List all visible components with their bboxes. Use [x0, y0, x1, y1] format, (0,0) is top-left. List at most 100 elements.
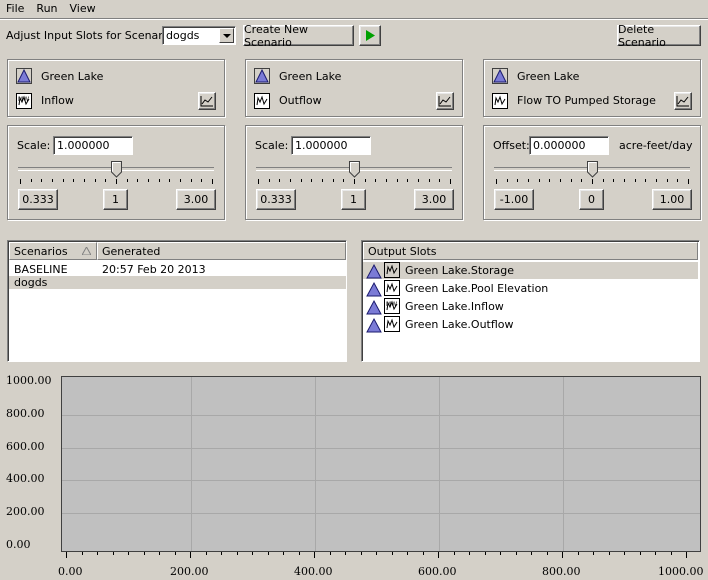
- slider-min-button[interactable]: 0.333: [256, 189, 296, 210]
- play-icon: [366, 30, 375, 41]
- slider-max-button[interactable]: 3.00: [414, 189, 454, 210]
- slot-series-icon: [384, 262, 400, 278]
- slider-thumb[interactable]: [587, 161, 598, 178]
- x-axis-tick: [128, 552, 129, 555]
- adjust-value-input[interactable]: 1.000000: [291, 136, 371, 155]
- reservoir-icon: [366, 317, 382, 333]
- generated-column-header[interactable]: Generated: [97, 242, 346, 260]
- x-axis-tick: [345, 552, 346, 555]
- plot-slot-button[interactable]: [198, 92, 216, 110]
- slider-tick: [212, 179, 213, 184]
- create-scenario-button[interactable]: Create New Scenario: [243, 23, 354, 49]
- adjust-value-input[interactable]: 1.000000: [53, 136, 133, 155]
- slider-tick: [407, 179, 409, 182]
- y-tick-label: 600.00: [6, 439, 45, 453]
- grid-line-horizontal: [62, 415, 700, 416]
- slider-tick: [158, 179, 160, 182]
- slot-series-icon: MW: [16, 93, 32, 109]
- output-slot-name: Green Lake.Outflow: [405, 318, 514, 331]
- list-item[interactable]: Green Lake.Storage: [363, 262, 698, 279]
- slot-series-icon: MW: [384, 298, 400, 314]
- slider-tick: [332, 179, 334, 182]
- slider-tick: [354, 179, 355, 184]
- scenario-label: Adjust Input Slots for Scenario:: [6, 29, 177, 42]
- scenario-name: BASELINE: [14, 263, 68, 276]
- slider-thumb[interactable]: [111, 161, 122, 178]
- plot-icon: [200, 96, 213, 107]
- grid-line-horizontal: [62, 513, 700, 514]
- slider-reset-button[interactable]: 0: [579, 189, 604, 210]
- adjuster-panel: Scale: 1.000000 0.333 1 3.00: [245, 125, 463, 220]
- x-axis-tick: [329, 552, 331, 555]
- list-item[interactable]: MW Green Lake.Inflow: [363, 298, 698, 315]
- slider-tick: [73, 179, 75, 182]
- scenarios-column-header[interactable]: Scenarios: [9, 242, 97, 260]
- slider-tick: [84, 179, 85, 182]
- run-button[interactable]: [359, 25, 381, 46]
- input-slot-panel: Green Lake Flow TO Pumped Storage: [483, 59, 701, 117]
- list-item[interactable]: Green Lake.Outflow: [363, 316, 698, 333]
- table-row[interactable]: dogds: [9, 276, 346, 289]
- list-item[interactable]: Green Lake.Pool Elevation: [363, 280, 698, 297]
- x-axis-tick: [376, 552, 377, 555]
- scenarios-list[interactable]: Scenarios Generated BASELINE 20:57 Feb 2…: [7, 240, 347, 362]
- input-slot-panel: Green Lake Outflow: [245, 59, 463, 117]
- slider-tick: [602, 179, 604, 182]
- plot-icon: [438, 96, 451, 107]
- x-axis-tick: [469, 552, 470, 555]
- slider-tick: [105, 179, 107, 182]
- menu-view[interactable]: View: [64, 0, 102, 15]
- x-axis-tick: [593, 552, 594, 555]
- slider-thumb[interactable]: [349, 161, 360, 178]
- generated-column-label: Generated: [102, 245, 161, 258]
- reservoir-icon: [366, 263, 382, 279]
- x-axis-tick: [608, 552, 610, 555]
- y-tick-label: 400.00: [6, 472, 45, 486]
- chevron-down-icon[interactable]: [219, 28, 234, 43]
- slider-tick: [592, 179, 593, 184]
- plot-area[interactable]: [61, 376, 701, 552]
- slider-tick: [645, 179, 647, 182]
- x-axis-tick: [174, 552, 176, 555]
- x-axis-tick: [639, 552, 641, 555]
- slider-tick: [41, 179, 43, 182]
- x-axis-tick: [143, 552, 145, 555]
- y-tick-label: 800.00: [6, 406, 45, 420]
- menu-file[interactable]: File: [0, 0, 30, 15]
- x-tick-label: 800.00: [542, 565, 581, 578]
- adjust-mode-label: Scale:: [17, 139, 51, 152]
- table-row[interactable]: BASELINE 20:57 Feb 20 2013: [9, 263, 346, 276]
- x-axis-tick: [205, 552, 207, 555]
- adjust-value-input[interactable]: 0.000000: [529, 136, 609, 155]
- slider-max-button[interactable]: 3.00: [176, 189, 216, 210]
- plot-slot-button[interactable]: [674, 92, 692, 110]
- slider-tick: [624, 179, 625, 182]
- menu-run[interactable]: Run: [30, 0, 63, 15]
- slider-min-button[interactable]: -1.00: [494, 189, 534, 210]
- adjust-unit-label: acre-feet/day: [619, 139, 693, 152]
- output-slot-name: Green Lake.Storage: [405, 264, 514, 277]
- slider-reset-button[interactable]: 1: [103, 189, 128, 210]
- x-axis-tick: [97, 552, 98, 555]
- x-axis-tick: [221, 552, 222, 555]
- slider-reset-button[interactable]: 1: [341, 189, 366, 210]
- slider-tick: [258, 179, 259, 184]
- scenario-select[interactable]: dogds: [162, 26, 236, 45]
- slider-tick: [375, 179, 377, 182]
- x-axis-tick: [546, 552, 548, 555]
- x-axis-tick: [112, 552, 114, 555]
- output-slots-list[interactable]: Output Slots Green Lake.Storage Green Lak…: [361, 240, 700, 362]
- x-axis-tick: [531, 552, 532, 555]
- slider-min-button[interactable]: 0.333: [18, 189, 58, 210]
- slot-series-icon: [384, 316, 400, 332]
- plot-slot-button[interactable]: [436, 92, 454, 110]
- x-axis-tick: [314, 552, 315, 558]
- slot-object-name: Green Lake: [517, 70, 580, 83]
- slider-tick: [613, 179, 615, 182]
- slider-max-button[interactable]: 1.00: [652, 189, 692, 210]
- x-axis-tick: [298, 552, 300, 555]
- slider-tick: [169, 179, 171, 182]
- x-tick-label: 200.00: [170, 565, 209, 578]
- slider-tick: [570, 179, 572, 182]
- delete-scenario-button[interactable]: Delete Scenario: [617, 23, 701, 49]
